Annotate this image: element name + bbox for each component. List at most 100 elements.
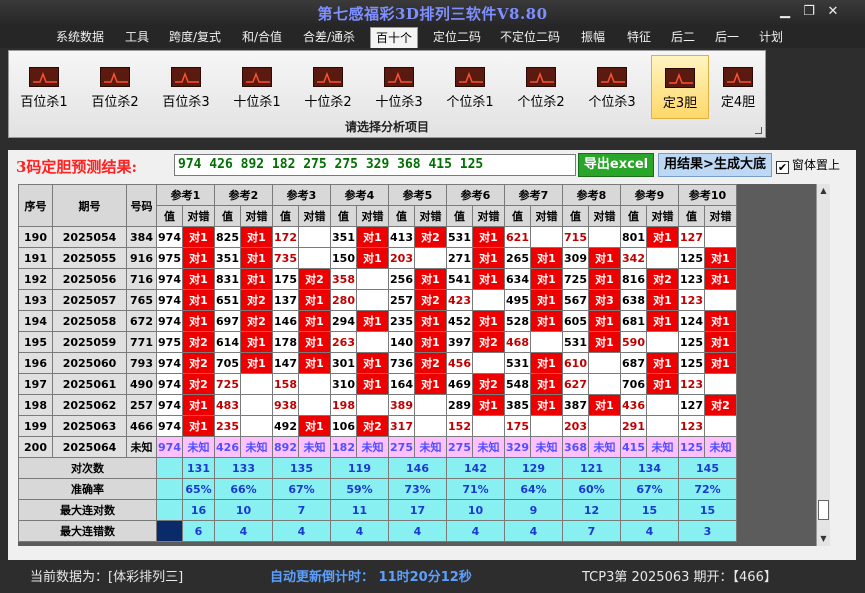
stat-spacer <box>156 499 183 521</box>
menu-item-12[interactable]: 计划 <box>754 27 788 48</box>
menu-item-2[interactable]: 跨度/复式 <box>164 27 226 48</box>
row-index: 198 <box>18 394 53 416</box>
ribbon-button-2[interactable]: 百位杀3 <box>157 55 215 119</box>
ribbon-button-label: 百位杀2 <box>91 95 139 110</box>
col-header-group: 参考9 <box>620 184 679 206</box>
table-row[interactable]: 193 2025057 765 974 对1 651 对2 137 对1 280 257 对2 423 4… <box>18 289 737 311</box>
restore-icon[interactable]: ❐ <box>800 4 818 19</box>
menu-item-1[interactable]: 工具 <box>120 27 154 48</box>
cell-value: 351 <box>214 247 241 269</box>
cell-value: 123 <box>678 289 705 311</box>
ribbon-button-0[interactable]: 百位杀1 <box>15 55 73 119</box>
prediction-row[interactable]: 200 2025064 未知 974 未知 426 未知 892 未知 182 未知 275 未知 275… <box>18 436 737 458</box>
menu-item-3[interactable]: 和/合值 <box>238 27 286 48</box>
cell-value: 351 <box>330 226 357 248</box>
cell-check: 未知 <box>414 436 447 458</box>
menu-item-10[interactable]: 后二 <box>666 27 700 48</box>
col-header-value: 值 <box>620 205 647 227</box>
stat-value: 60% <box>562 478 621 500</box>
cell-check: 对1 <box>298 310 331 332</box>
ribbon-button-1[interactable]: 百位杀2 <box>86 55 144 119</box>
cell-check: 对1 <box>530 373 563 395</box>
checkbox-check-icon[interactable]: ✔ <box>776 161 789 174</box>
cell-value: 256 <box>388 268 415 290</box>
col-header-index: 序号 <box>18 184 53 227</box>
stat-value: 16 <box>182 499 215 521</box>
cell-check: 对1 <box>240 331 273 353</box>
menu-item-11[interactable]: 后一 <box>710 27 744 48</box>
ribbon-expand-icon[interactable] <box>755 127 762 134</box>
cell-check <box>704 289 737 311</box>
cell-value: 938 <box>272 394 299 416</box>
stat-spacer <box>156 478 183 500</box>
cell-value: 816 <box>620 268 647 290</box>
table-row[interactable]: 199 2025063 466 974 对1 235 492 对1 106 对2 317 152 175… <box>18 415 737 437</box>
cell-value: 469 <box>446 373 473 395</box>
ribbon-button-5[interactable]: 十位杀3 <box>370 55 428 119</box>
menu-item-0[interactable]: 系统数据 <box>52 27 108 48</box>
minimize-icon[interactable]: ▁ <box>776 4 794 19</box>
scroll-down-icon[interactable]: ▼ <box>817 532 830 546</box>
cell-check: 对1 <box>240 268 273 290</box>
export-excel-button[interactable]: 导出excel <box>578 153 654 177</box>
close-icon[interactable]: ✕ <box>824 4 842 19</box>
cell-check: 对1 <box>298 289 331 311</box>
menu-item-7[interactable]: 不定位二码 <box>496 27 564 48</box>
current-data-text: 当前数据为：[体彩排列三] <box>30 570 184 585</box>
table-row[interactable]: 198 2025062 257 974 对1 483 938 198 389 289 对1 385 对1… <box>18 394 737 416</box>
ribbon-button-4[interactable]: 十位杀2 <box>299 55 357 119</box>
cell-value: 140 <box>388 331 415 353</box>
menu-item-4[interactable]: 合差/通杀 <box>298 27 360 48</box>
stay-on-top-checkbox[interactable]: ✔ 窗体置上 <box>776 156 840 174</box>
cell-value: 725 <box>562 268 589 290</box>
table-row[interactable]: 191 2025055 916 975 对1 351 对1 735 150 对1 203 271 对1 2… <box>18 247 737 269</box>
table-row[interactable]: 197 2025061 490 974 对2 725 158 310 对1 164 对1 469 对2 5… <box>18 373 737 395</box>
stat-value: 4 <box>388 520 447 542</box>
stat-row: 准确率 65% 66% 67% 59% 73% 71% 64% 60% 67% 72% <box>18 478 737 500</box>
cell-value: 492 <box>272 415 299 437</box>
cell-value: 974 <box>156 226 183 248</box>
cell-check: 对1 <box>240 352 273 374</box>
cell-check <box>588 373 621 395</box>
menu-item-9[interactable]: 特征 <box>622 27 656 48</box>
cell-value: 974 <box>156 394 183 416</box>
cell-value: 125 <box>678 352 705 374</box>
prediction-result-field[interactable]: 974 426 892 182 275 275 329 368 415 125 <box>174 154 576 176</box>
cell-check: 对1 <box>182 415 215 437</box>
cell-value: 705 <box>214 352 241 374</box>
cell-value: 483 <box>214 394 241 416</box>
scroll-up-icon[interactable]: ▲ <box>817 184 830 198</box>
cell-check: 对1 <box>472 394 505 416</box>
col-header-check: 对错 <box>588 205 621 227</box>
cell-value: 697 <box>214 310 241 332</box>
table-row[interactable]: 192 2025056 716 974 对1 831 对1 175 对2 358 256 对1 541 对… <box>18 268 737 290</box>
ribbon-button-9[interactable]: 定3胆 <box>651 55 709 119</box>
col-header-group: 参考8 <box>562 184 621 206</box>
col-header-group: 参考7 <box>504 184 563 206</box>
vertical-scrollbar[interactable]: ▲ ▼ <box>816 184 830 546</box>
ribbon-button-label: 十位杀1 <box>233 95 281 110</box>
cell-check: 对2 <box>414 352 447 374</box>
cell-value: 975 <box>156 331 183 353</box>
ribbon-button-8[interactable]: 个位杀3 <box>583 55 641 119</box>
stay-on-top-label: 窗体置上 <box>792 158 841 172</box>
menu-item-5[interactable]: 百十个 <box>370 27 418 48</box>
ribbon-button-10[interactable]: 定4胆 <box>709 55 767 119</box>
menu-item-8[interactable]: 振幅 <box>576 27 610 48</box>
cell-value: 147 <box>272 352 299 374</box>
table-row[interactable]: 195 2025059 771 975 对2 614 对1 178 对1 263 140 对1 397 对… <box>18 331 737 353</box>
scroll-thumb[interactable] <box>818 500 829 520</box>
table-row[interactable]: 190 2025054 384 974 对1 825 对1 172 351 对1 413 对2 531 对… <box>18 226 737 248</box>
ribbon-button-3[interactable]: 十位杀1 <box>228 55 286 119</box>
table-row[interactable]: 196 2025060 793 974 对2 705 对1 147 对1 301 对1 736 对2 45… <box>18 352 737 374</box>
row-number: 716 <box>126 268 157 290</box>
ribbon-button-6[interactable]: 个位杀1 <box>441 55 499 119</box>
cell-value: 203 <box>562 415 589 437</box>
col-header-period: 期号 <box>52 184 127 227</box>
generate-base-button[interactable]: 用结果>生成大底 <box>658 153 772 177</box>
table-row[interactable]: 194 2025058 672 974 对1 697 对2 146 对1 294 对1 235 对1 45… <box>18 310 737 332</box>
menu-item-6[interactable]: 定位二码 <box>428 27 486 48</box>
ribbon-button-7[interactable]: 个位杀2 <box>512 55 570 119</box>
stat-value: 119 <box>330 457 389 479</box>
cell-value: 736 <box>388 352 415 374</box>
